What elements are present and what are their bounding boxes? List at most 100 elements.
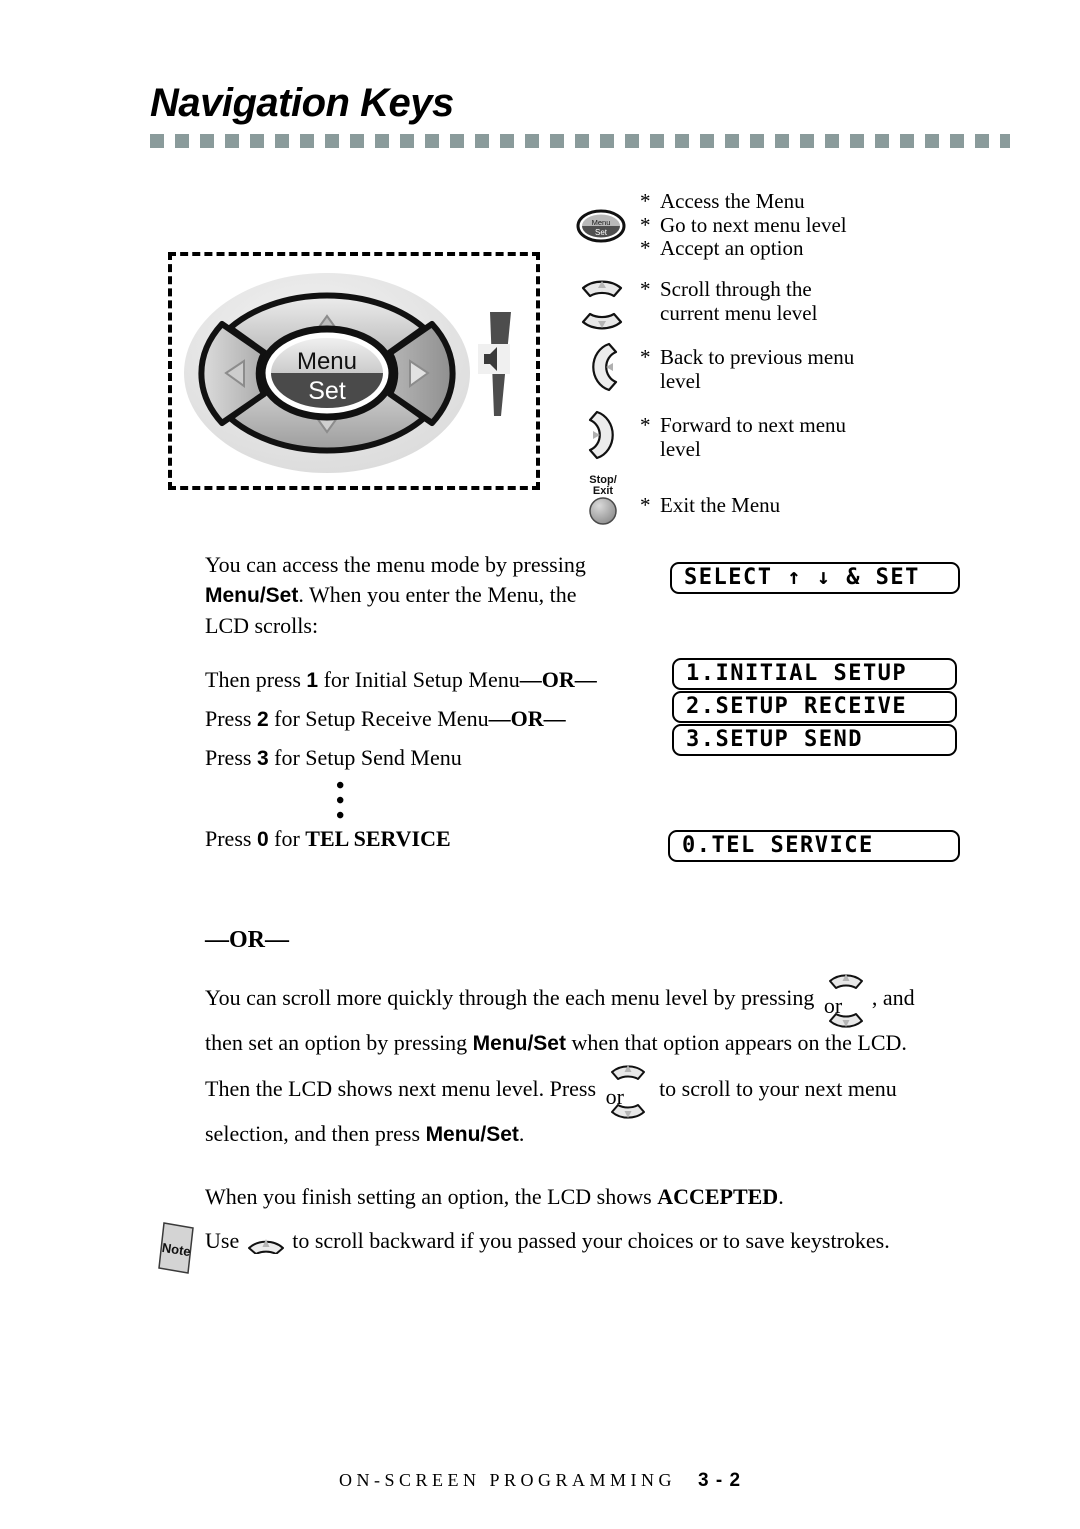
step3-text-a: Press [205, 745, 257, 770]
legend-item-forward: * Forward to next menu level [575, 400, 995, 468]
svg-text:Set: Set [595, 228, 608, 237]
inline-up-scroll-key[interactable] [245, 1230, 287, 1262]
speaker-volume-icon [478, 312, 511, 416]
lcd-setup-receive: 2.SETUP RECEIVE [672, 691, 957, 723]
step0-number: 0 [256, 828, 269, 851]
scroll-paragraph: You can scroll more quickly through the … [205, 974, 1005, 1157]
step-line-0: Press 0 for TEL SERVICE [205, 824, 675, 855]
up-down-scroll-keys-icon[interactable] [577, 270, 627, 337]
legend-item-menu-set: Menu Set * Access the Menu * Go to next me… [575, 189, 995, 264]
svg-text:Exit: Exit [593, 485, 614, 497]
accepted-bold: ACCEPTED [657, 1184, 779, 1209]
footer-section-label: ON-SCREEN PROGRAMMING [338, 1470, 676, 1490]
intro-text-c: LCD scrolls: [205, 613, 319, 638]
inline-up-down-keys-2[interactable]: or [602, 1065, 654, 1119]
accepted-text-a: When you finish setting an option, the L… [205, 1184, 658, 1209]
keypad-menu-label: Menu [297, 348, 357, 375]
vertical-ellipsis: • • • [336, 774, 345, 829]
step2-text-b: for Setup Receive Menu [268, 706, 489, 731]
title-decorative-rule [150, 134, 1010, 148]
intro-paragraph: You can access the menu mode by pressing… [205, 550, 655, 641]
page-title: Navigation Keys [150, 81, 454, 125]
step3-text-b: for Setup Send Menu [268, 745, 462, 770]
navigation-keypad-graphic: Menu Set [184, 273, 470, 473]
stop-exit-key-icon[interactable]: Stop/ Exit [577, 470, 629, 531]
note-icon: Note [158, 1222, 194, 1274]
left-arrow-key-icon[interactable] [585, 340, 621, 399]
svg-text:Menu: Menu [592, 218, 611, 227]
step-line-1: Then press 1 for Initial Setup Menu—OR— [205, 665, 675, 696]
step2-or: —OR— [488, 706, 566, 731]
step1-text-b: for Initial Setup Menu [318, 667, 520, 692]
legend-item-scroll: * Scroll through the current menu level [575, 264, 995, 332]
inline-up-down-keys-1[interactable]: or [820, 974, 872, 1028]
legend-item-back: * Back to previous menu level [575, 332, 995, 400]
footer-page-number: 3 - 2 [698, 1470, 742, 1491]
tel-service-bold: TEL SERVICE [305, 826, 451, 851]
scroll-text-3b: to scroll to your next menu [653, 1076, 897, 1101]
legend-line-text: Go to next menu level [660, 212, 847, 237]
legend-bullet: * [640, 236, 651, 260]
keypad-set-label: Set [308, 377, 346, 405]
lcd-select-set: SELECT ↑ ↓ & SET [670, 562, 960, 594]
legend-bullet: * [640, 413, 651, 437]
scroll-text-4a: selection, and then press [205, 1121, 426, 1146]
dot: • [336, 803, 345, 829]
or-word-2: or [605, 1084, 624, 1109]
legend-line-text: level [660, 368, 701, 393]
legend-line-text: Accept an option [660, 236, 804, 260]
menu-set-bold-1: Menu/Set [205, 584, 299, 607]
legend-line-text: Scroll through the [660, 277, 812, 301]
scroll-text-1a: You can scroll more quickly through the … [205, 985, 820, 1010]
menu-set-bold-2: Menu/Set [472, 1032, 566, 1055]
lcd-setup-send: 3.SETUP SEND [672, 724, 957, 756]
key-legend-list: Menu Set * Access the Menu * Go to next me… [575, 189, 995, 528]
step1-number: 1 [306, 669, 319, 692]
legend-line-text: Access the Menu [660, 189, 805, 213]
scroll-text-2a: then set an option by pressing [205, 1030, 473, 1055]
menu-set-key-icon[interactable]: Menu Set [575, 208, 627, 249]
intro-text-b: . When you enter the Menu, the [298, 582, 577, 607]
legend-bullet: * [640, 493, 651, 517]
right-arrow-key-icon[interactable] [585, 408, 621, 467]
note-text-a: Use [205, 1228, 245, 1253]
step-line-3: Press 3 for Setup Send Menu [205, 743, 675, 774]
scroll-text-2b: when that option appears on the LCD. [565, 1030, 907, 1055]
scroll-text-1b: , and [871, 985, 915, 1010]
step0-text-b: for [268, 826, 306, 851]
keypad-menu-set-key[interactable]: Menu Set [258, 325, 396, 421]
legend-bullet: * [640, 345, 651, 369]
legend-bullet: * [640, 189, 651, 213]
legend-line-text: Back to previous menu [660, 345, 855, 369]
step1-text-a: Then press [205, 667, 307, 692]
title-block: Navigation Keys [150, 82, 1010, 148]
legend-item-stop-exit: Stop/ Exit * Exit the Menu [575, 468, 995, 528]
legend-bullet: * [640, 277, 651, 301]
legend-bullet: * [640, 212, 651, 237]
lcd-tel-service: 0.TEL SERVICE [668, 830, 960, 862]
legend-line-text: current menu level [660, 300, 818, 325]
accepted-paragraph: When you finish setting an option, the L… [205, 1182, 1025, 1212]
lcd-initial-setup: 1.INITIAL SETUP [672, 658, 957, 690]
scroll-text-4b: . [518, 1121, 525, 1146]
note-text-b: to scroll backward if you passed your ch… [286, 1228, 890, 1253]
step2-number: 2 [256, 708, 269, 731]
accepted-text-b: . [778, 1184, 784, 1209]
step1-or: —OR— [519, 667, 597, 692]
note-paragraph: Use to scroll backward if you passed you… [205, 1226, 1035, 1262]
step2-text-a: Press [205, 706, 257, 731]
page-footer: ON-SCREEN PROGRAMMING 3 - 2 [0, 1470, 1080, 1492]
intro-text-a: You can access the menu mode by pressing [205, 552, 586, 577]
or-divider-text: —OR— [205, 927, 289, 953]
legend-line-text: Exit the Menu [660, 493, 781, 517]
step-line-2: Press 2 for Setup Receive Menu—OR— [205, 704, 675, 735]
or-word-1: or [823, 993, 843, 1018]
step0-text-a: Press [205, 826, 257, 851]
legend-line-text: level [660, 436, 701, 461]
or-divider: —OR— [205, 925, 289, 955]
navigation-keypad-diagram: Menu Set [168, 252, 540, 490]
step3-number: 3 [256, 747, 269, 770]
legend-line-text: Forward to next menu [660, 413, 847, 437]
scroll-text-3a: Then the LCD shows next menu level. Pres… [205, 1076, 602, 1101]
menu-set-bold-3: Menu/Set [425, 1123, 519, 1146]
